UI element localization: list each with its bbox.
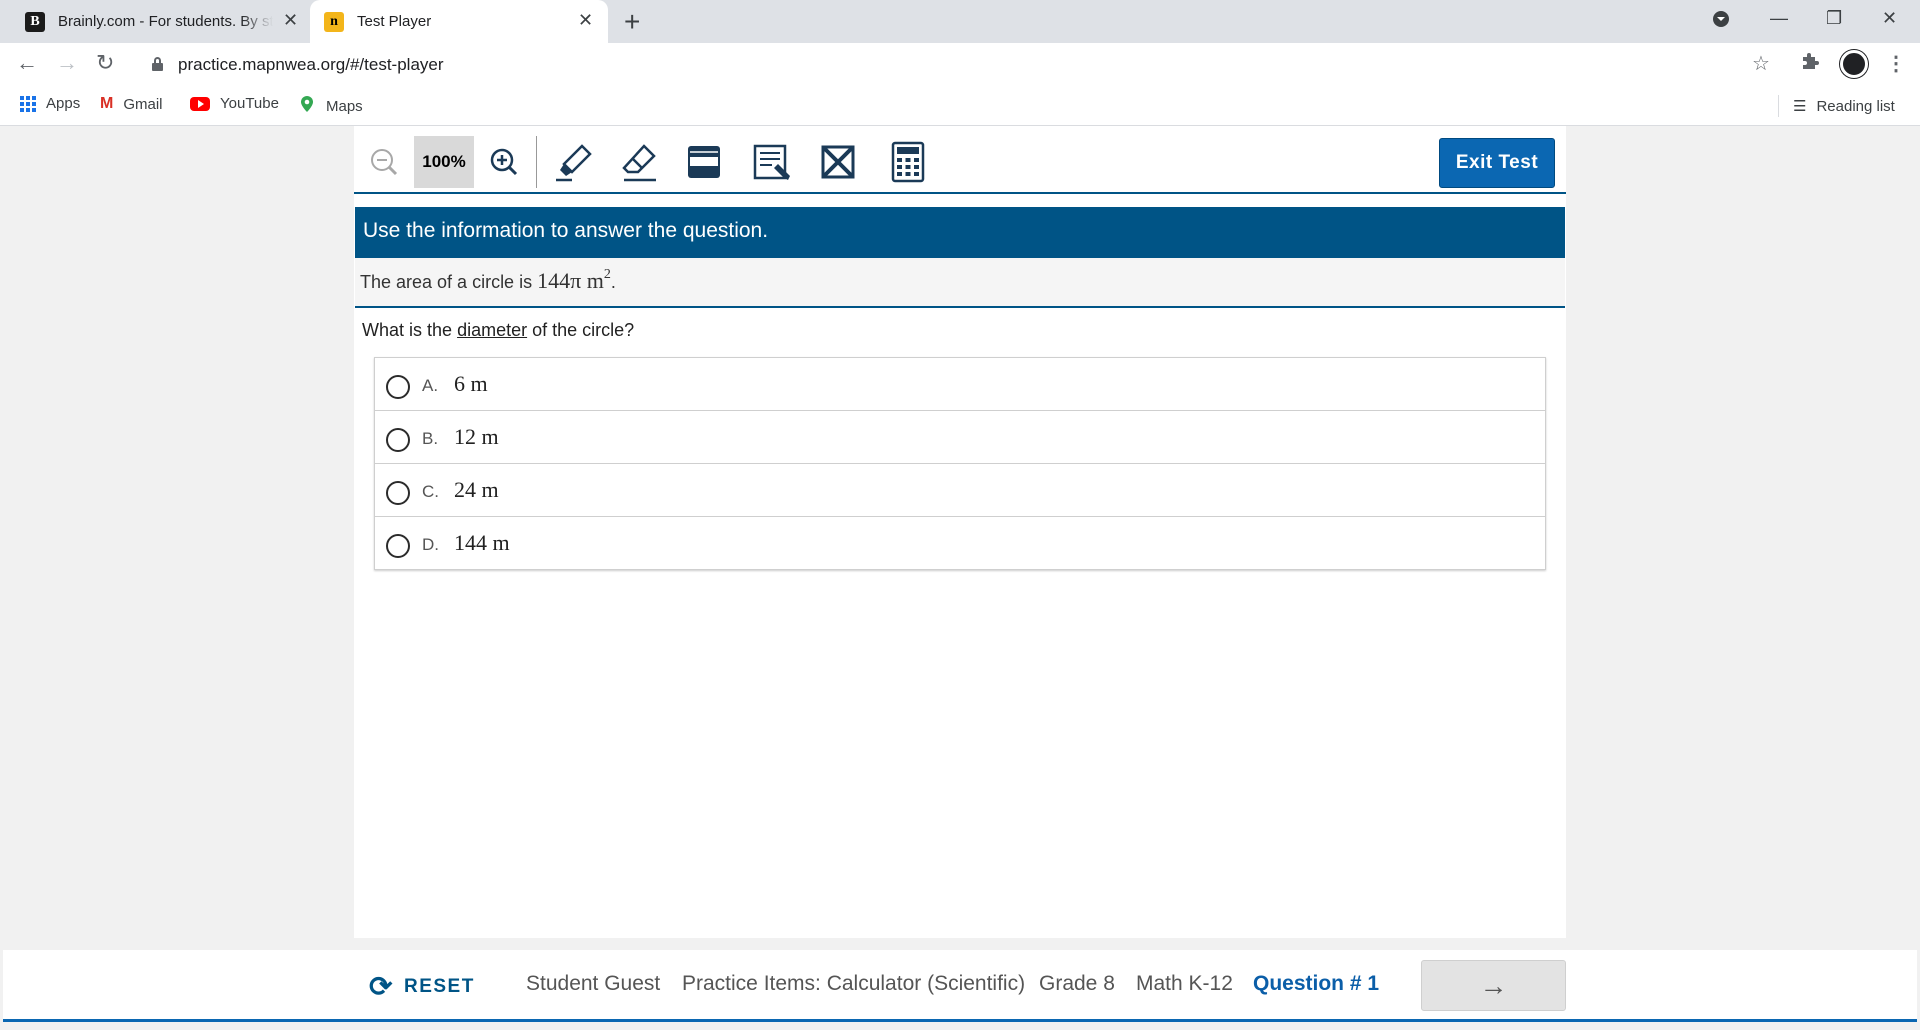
tab-search-icon[interactable]: [1712, 10, 1730, 33]
bookmark-label: Gmail: [123, 95, 163, 113]
arrow-right-icon: →: [1479, 969, 1508, 1001]
brainly-favicon-icon: B: [25, 11, 45, 32]
choice-b[interactable]: B. 12 m: [375, 411, 1545, 464]
test-toolbar: 100% Exit Test: [354, 130, 1566, 194]
exit-test-button[interactable]: Exit Test: [1439, 138, 1555, 188]
bookmark-gmail[interactable]: M Gmail: [100, 95, 163, 113]
eraser-icon[interactable]: [616, 138, 664, 186]
reading-list-button[interactable]: ☰ Reading list: [1778, 95, 1895, 117]
youtube-icon: [190, 96, 210, 111]
browser-toolbar: ← → ↻ practice.mapnwea.org/#/test-player…: [0, 43, 1920, 86]
choice-text: 24 m: [454, 477, 499, 502]
bookmark-label: Maps: [326, 98, 363, 115]
zoom-in-icon[interactable]: [480, 138, 528, 186]
gmail-icon: M: [100, 95, 114, 112]
choice-text: 144 m: [454, 530, 510, 555]
next-button[interactable]: →: [1421, 960, 1566, 1011]
stimulus-value: 144π m2: [537, 266, 611, 293]
radio-button[interactable]: [386, 375, 410, 399]
tab-test-player[interactable]: n Test Player ✕: [310, 0, 608, 43]
radio-button[interactable]: [386, 428, 410, 452]
area-value: 144π m: [537, 268, 604, 293]
test-footer: ⟳ RESET Student Guest Practice Items: Ca…: [3, 950, 1917, 1022]
choice-text: 6 m: [454, 371, 488, 396]
bookmark-maps[interactable]: Maps: [298, 95, 363, 118]
student-name: Student Guest: [526, 972, 661, 995]
minimize-icon[interactable]: —: [1770, 8, 1788, 29]
close-tab-icon[interactable]: ✕: [283, 10, 298, 31]
line-reader-icon[interactable]: [680, 138, 728, 186]
grade-label: Grade 8: [1039, 972, 1115, 995]
reload-icon[interactable]: ↻: [96, 50, 114, 76]
bookmark-label: Apps: [46, 95, 81, 112]
subject-label: Math K-12: [1136, 972, 1233, 995]
close-tab-icon[interactable]: ✕: [578, 10, 593, 31]
toolbar-divider: [536, 136, 537, 188]
stimulus-suffix: .: [610, 272, 616, 292]
radio-button[interactable]: [386, 481, 410, 505]
refresh-icon: ⟳: [369, 971, 394, 1002]
bookmark-youtube[interactable]: YouTube: [190, 95, 279, 112]
close-window-icon[interactable]: ✕: [1882, 8, 1897, 29]
bookmark-label: YouTube: [220, 95, 279, 112]
reset-button[interactable]: ⟳ RESET: [369, 970, 475, 1003]
reading-list-label: Reading list: [1816, 97, 1895, 115]
instruction-banner: Use the information to answer the questi…: [355, 207, 1565, 258]
url-text: practice.mapnwea.org/#/test-player: [178, 55, 444, 74]
question-text: of the circle?: [532, 320, 635, 340]
answer-eliminator-icon[interactable]: [814, 138, 862, 186]
radio-button[interactable]: [386, 534, 410, 558]
lock-icon: [152, 57, 163, 71]
calculator-icon[interactable]: [884, 138, 932, 186]
choice-letter: D.: [422, 535, 439, 554]
zoom-level: 100%: [414, 136, 474, 188]
stimulus-prefix: The area of a circle is: [360, 272, 533, 292]
question-keyword: diameter: [457, 320, 528, 340]
tab-strip: B Brainly.com - For students. By student…: [0, 0, 1920, 43]
question-stem: What is the diameter of the circle?: [362, 320, 634, 341]
test-name: Practice Items: Calculator (Scientific): [682, 972, 1026, 995]
bookmarks-bar: Apps M Gmail YouTube Maps ☰ Reading list: [0, 86, 1920, 126]
zoom-out-icon[interactable]: [360, 138, 408, 186]
extensions-puzzle-icon[interactable]: [1800, 51, 1820, 77]
restore-icon[interactable]: ❐: [1826, 8, 1842, 29]
choice-letter: C.: [422, 482, 439, 501]
question-text: What is the: [362, 320, 453, 340]
question-number: Question # 1: [1253, 972, 1380, 995]
address-bar[interactable]: practice.mapnwea.org/#/test-player: [140, 47, 1770, 82]
tab-brainly[interactable]: B Brainly.com - For students. By student…: [13, 0, 309, 43]
forward-arrow-icon[interactable]: →: [56, 50, 78, 76]
tab-title: Brainly.com - For students. By students.: [58, 13, 273, 30]
bookmark-apps[interactable]: Apps: [20, 95, 80, 112]
apps-grid-icon: [20, 95, 36, 112]
profile-avatar[interactable]: [1840, 50, 1868, 78]
tab-title: Test Player: [357, 13, 432, 30]
choice-letter: A.: [422, 376, 439, 395]
menu-kebab-icon[interactable]: ⋮: [1886, 51, 1906, 76]
answer-choices: A. 6 m B. 12 m C. 24 m D. 144 m: [374, 357, 1546, 570]
choice-letter: B.: [422, 429, 439, 448]
nwea-favicon-icon: n: [324, 11, 344, 32]
reading-list-icon: ☰: [1793, 98, 1807, 115]
choice-c[interactable]: C. 24 m: [375, 464, 1545, 517]
area-exponent: 2: [603, 266, 611, 282]
maps-pin-icon: [298, 95, 316, 118]
new-tab-icon[interactable]: +: [624, 6, 640, 38]
back-arrow-icon[interactable]: ←: [16, 50, 38, 76]
stimulus-text: The area of a circle is 144π m2.: [355, 258, 1565, 308]
choice-d[interactable]: D. 144 m: [375, 517, 1545, 570]
choice-text: 12 m: [454, 424, 499, 449]
bookmark-star-icon[interactable]: ☆: [1752, 51, 1770, 76]
choice-a[interactable]: A. 6 m: [375, 358, 1545, 411]
reset-label: RESET: [403, 975, 475, 997]
highlighter-icon[interactable]: [550, 138, 598, 186]
notepad-icon[interactable]: [748, 138, 796, 186]
